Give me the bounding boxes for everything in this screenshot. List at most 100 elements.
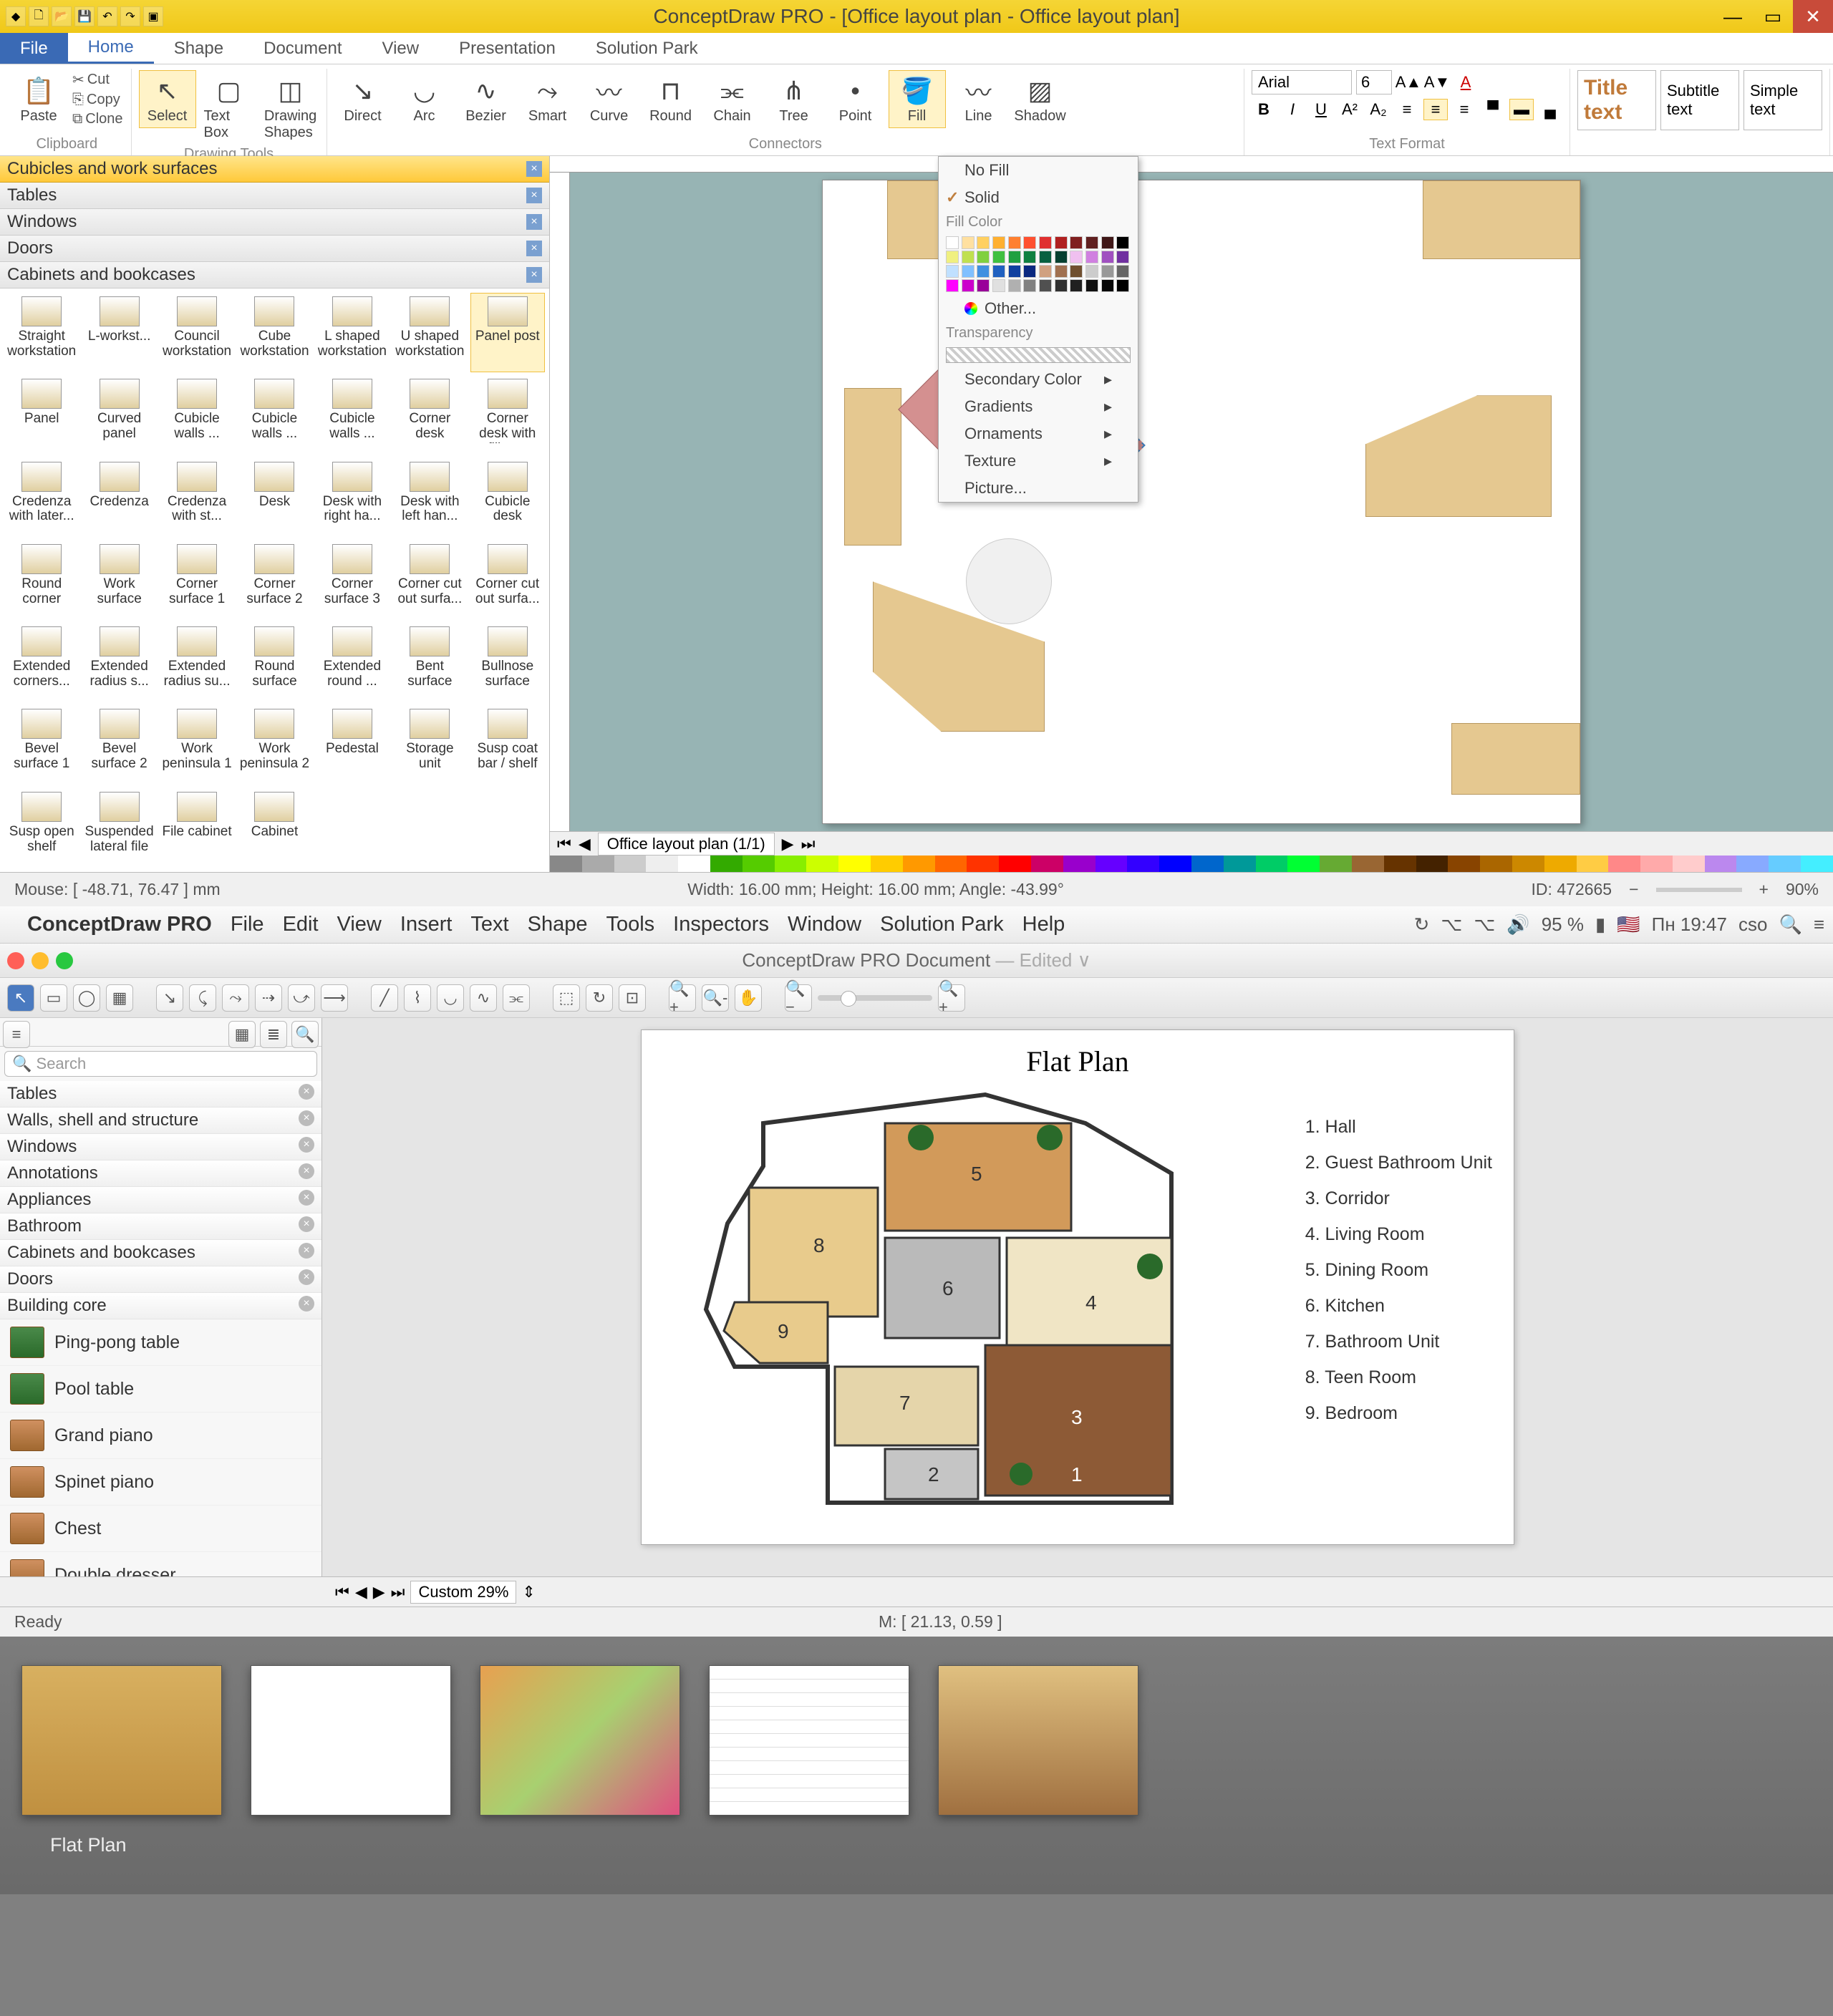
color-swatch[interactable] [1008,279,1021,292]
close-icon[interactable]: × [299,1084,314,1100]
gallery-thumb[interactable] [251,1665,451,1816]
shape-item[interactable]: Cubicle walls ... [160,375,234,455]
nav-next[interactable]: ▶ [373,1583,385,1601]
shape-item[interactable]: Desk with left han... [392,458,467,538]
color-swatch[interactable] [992,265,1005,278]
font-color-icon[interactable]: A [1454,72,1478,93]
shape-item[interactable]: Curved panel [82,375,156,455]
color-swatch[interactable] [1116,236,1129,249]
cut-button[interactable]: ✂ Cut [72,70,124,89]
underline-button[interactable]: U [1309,99,1333,120]
color-swatch[interactable] [1101,265,1114,278]
zoom-out-tool[interactable]: 🔍- [702,984,729,1012]
panel-section-cubicles[interactable]: Cubicles and work surfaces× [0,156,549,183]
panel-section-tables[interactable]: Tables× [0,183,549,209]
mac-canvas[interactable]: Flat Plan 5 6 4 3 7 2 [322,1018,1833,1576]
color-swatch[interactable] [1116,251,1129,263]
color-swatch[interactable] [992,279,1005,292]
close-icon[interactable]: × [299,1269,314,1285]
nav-prev[interactable]: ◀ [355,1583,367,1601]
nav-first[interactable]: ⏮ [335,1583,349,1601]
connector-point[interactable]: •Point [827,70,884,128]
tab-document[interactable]: Document [243,33,362,64]
library-item[interactable]: Grand piano [0,1412,321,1459]
panel-section-cabinets[interactable]: Cabinets and bookcases× [0,262,549,289]
menu-edit[interactable]: Edit [283,913,319,936]
page-tab[interactable]: Office layout plan (1/1) [598,833,775,856]
shape-item[interactable]: Bullnose surface [470,623,545,702]
color-swatch[interactable] [1085,251,1098,263]
connector-line[interactable]: 〰Line [950,70,1007,128]
color-swatch[interactable] [1070,251,1083,263]
zoom-out-btn[interactable]: 🔍− [785,984,812,1012]
menu-tools[interactable]: Tools [606,913,654,936]
clock[interactable]: Пн 19:47 [1652,914,1727,936]
tab-file[interactable]: File [0,33,68,64]
color-swatch[interactable] [962,236,974,249]
new-icon[interactable]: 🗋 [29,6,49,26]
redo-icon[interactable]: ↷ [120,6,140,26]
list-view-icon[interactable]: ≣ [260,1021,287,1048]
zoom-label[interactable]: Custom 29% [410,1581,516,1604]
search-input[interactable]: 🔍 Search [4,1051,317,1077]
shape-item[interactable]: L-workst... [82,293,156,372]
page-nav-first[interactable]: ⏮ [557,835,571,853]
category-item[interactable]: Windows× [0,1134,321,1160]
connector-5[interactable]: ⤻ [288,984,315,1012]
close-icon[interactable]: × [526,161,542,177]
connector-2[interactable]: ⤹ [189,984,216,1012]
align-right-icon[interactable]: ≡ [1452,99,1476,120]
text-box-tool[interactable]: ▢Text Box [200,70,258,145]
fill-no-fill[interactable]: No Fill [939,157,1138,184]
font-size[interactable] [1356,70,1392,94]
menu-insert[interactable]: Insert [400,913,453,936]
close-button[interactable] [7,952,24,969]
color-swatch[interactable] [1116,279,1129,292]
shape-item[interactable]: Desk [237,458,311,538]
color-swatch[interactable] [1008,251,1021,263]
color-swatch[interactable] [992,236,1005,249]
color-swatch[interactable] [962,251,974,263]
zoom-slider[interactable] [1656,888,1742,892]
shape-item[interactable]: Cube workstation [237,293,311,372]
shape-item[interactable]: Straight workstation [4,293,79,372]
close-button[interactable]: ✕ [1793,0,1833,33]
other-colors[interactable]: Other... [939,295,1138,322]
spotlight-icon[interactable]: 🔍 [1779,914,1801,936]
style-title[interactable]: Title text [1577,70,1656,130]
zoom-button[interactable] [56,952,73,969]
close-icon[interactable]: × [299,1137,314,1153]
color-swatch[interactable] [1055,265,1068,278]
library-item[interactable]: Pool table [0,1366,321,1412]
rotate-tool[interactable]: ↻ [586,984,613,1012]
zoom-stepper[interactable]: ⇕ [522,1583,535,1601]
menu-help[interactable]: Help [1022,913,1065,936]
clone-button[interactable]: ⧉ Clone [72,110,124,128]
color-swatch[interactable] [1039,236,1052,249]
italic-button[interactable]: I [1280,99,1305,120]
color-swatch[interactable] [1008,236,1021,249]
fill-solid[interactable]: Solid [939,184,1138,211]
tab-presentation[interactable]: Presentation [439,33,576,64]
shape-item[interactable]: Corner surface 1 [160,541,234,620]
align-top-icon[interactable]: ▀ [1481,99,1505,120]
crop-tool[interactable]: ⊡ [619,984,646,1012]
color-swatch[interactable] [1101,279,1114,292]
shape-item[interactable]: Extended round ... [315,623,390,702]
connector-direct[interactable]: ↘Direct [334,70,392,128]
category-item[interactable]: Tables× [0,1081,321,1108]
category-item[interactable]: Building core× [0,1293,321,1319]
shape-item[interactable]: Suspended lateral file [82,788,156,868]
zoom-slider[interactable] [818,995,932,1001]
bold-button[interactable]: B [1252,99,1276,120]
color-swatch[interactable] [977,265,990,278]
shape-item[interactable]: Panel post [470,293,545,372]
shape-item[interactable]: Corner surface 3 [315,541,390,620]
shape-item[interactable]: U shaped workstation [392,293,467,372]
color-swatch[interactable] [1023,265,1036,278]
drawing-shapes-tool[interactable]: ◫Drawing Shapes [262,70,319,145]
color-swatch[interactable] [1070,279,1083,292]
color-swatch[interactable] [962,279,974,292]
gradients[interactable]: Gradients▸ [939,393,1138,420]
zoom-in-btn[interactable]: 🔍+ [938,984,965,1012]
